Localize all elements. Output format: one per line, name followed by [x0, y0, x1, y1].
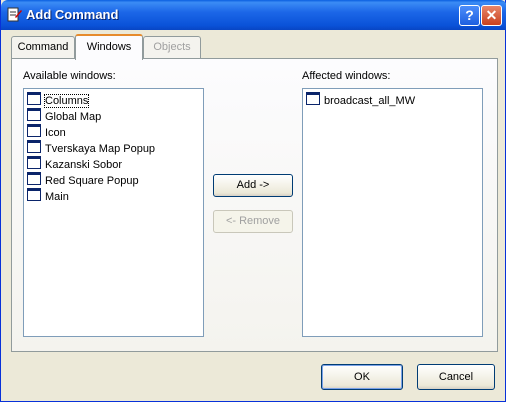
affected-windows-list[interactable]: broadcast_all_MW — [302, 88, 483, 337]
affected-windows-label: Affected windows: — [302, 70, 391, 82]
list-item[interactable]: Tverskaya Map Popup — [27, 140, 155, 155]
list-item[interactable]: Main — [27, 188, 69, 203]
close-icon: ✕ — [485, 7, 498, 23]
list-item[interactable]: Columns — [27, 92, 90, 108]
ok-button[interactable]: OK — [321, 364, 403, 390]
title-bar[interactable]: Add Command ? ✕ — [1, 0, 506, 30]
window-icon — [27, 92, 41, 105]
tab-objects: Objects — [143, 36, 201, 58]
help-button[interactable]: ? — [459, 5, 480, 26]
window-icon — [27, 172, 41, 185]
command-icon — [7, 7, 22, 22]
window-title: Add Command — [26, 7, 119, 22]
window-icon — [27, 188, 41, 201]
tab-windows[interactable]: Windows — [75, 34, 143, 60]
list-item[interactable]: Kazanski Sobor — [27, 156, 122, 171]
window-icon — [27, 156, 41, 169]
window-icon — [27, 108, 41, 121]
list-item[interactable]: Icon — [27, 124, 66, 139]
list-item[interactable]: broadcast_all_MW — [306, 92, 415, 107]
cancel-button[interactable]: Cancel — [417, 364, 495, 390]
window-icon — [27, 124, 41, 137]
window-icon — [306, 92, 320, 105]
add-command-dialog: Add Command ? ✕ Command Windows Objects … — [0, 0, 506, 402]
add-button[interactable]: Add -> — [213, 174, 293, 197]
list-item[interactable]: Global Map — [27, 108, 101, 123]
help-icon: ? — [465, 7, 474, 23]
available-windows-label: Available windows: — [23, 70, 116, 82]
tab-command[interactable]: Command — [11, 36, 75, 58]
remove-button: <- Remove — [213, 210, 293, 233]
window-icon — [27, 140, 41, 153]
close-button[interactable]: ✕ — [481, 5, 502, 26]
available-windows-list[interactable]: Columns Global Map Icon Tverskaya Map Po… — [23, 88, 204, 337]
list-item[interactable]: Red Square Popup — [27, 172, 139, 187]
